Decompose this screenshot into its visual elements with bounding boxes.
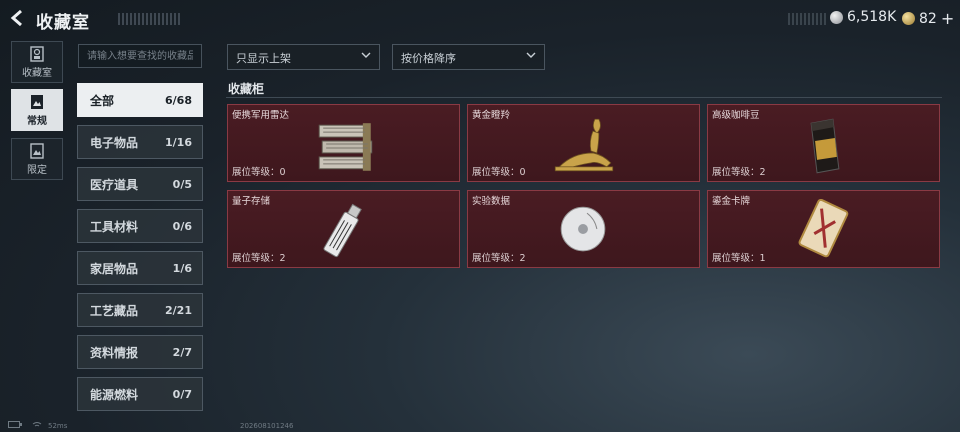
category-label: 电子物品 bbox=[90, 135, 139, 150]
chevron-down-icon bbox=[361, 52, 371, 58]
ping: 52ms bbox=[48, 422, 68, 430]
silver-currency: 6,518K bbox=[830, 9, 896, 25]
back-button[interactable] bbox=[8, 8, 30, 30]
shelf-level: 展位等级：0 bbox=[232, 167, 286, 178]
sort-dropdown[interactable]: 按价格降序 bbox=[392, 44, 545, 70]
rail-label: 常规 bbox=[27, 116, 47, 127]
category-intel[interactable]: 资料情报 2/7 bbox=[77, 335, 203, 369]
gold-amount: 82 bbox=[919, 10, 937, 27]
category-label: 能源燃料 bbox=[90, 387, 139, 402]
category-count: 6/68 bbox=[165, 93, 192, 107]
back-arrow-icon bbox=[10, 9, 22, 27]
category-label: 医疗道具 bbox=[90, 177, 139, 192]
collection-card[interactable]: 量子存储 展位等级：2 bbox=[227, 190, 460, 268]
picture-frame-icon bbox=[31, 95, 43, 109]
category-label: 工具材料 bbox=[90, 219, 139, 234]
category-count: 0/7 bbox=[172, 387, 192, 401]
currency-decoration bbox=[788, 13, 828, 25]
silver-amount: 6,518K bbox=[847, 9, 897, 25]
build-code: 202608101246 bbox=[240, 422, 294, 430]
rail-item-regular[interactable]: 常规 bbox=[11, 89, 63, 131]
category-count: 1/6 bbox=[172, 261, 192, 275]
category-crafts[interactable]: 工艺藏品 2/21 bbox=[77, 293, 203, 327]
category-count: 1/16 bbox=[165, 135, 192, 149]
category-label: 家居物品 bbox=[90, 261, 139, 276]
wifi-icon bbox=[32, 421, 42, 430]
category-count: 0/6 bbox=[172, 219, 192, 233]
shelf-level: 展位等级：1 bbox=[712, 253, 766, 264]
sort-value: 按价格降序 bbox=[401, 52, 456, 65]
limited-frame-icon bbox=[30, 143, 44, 159]
collection-card[interactable]: 便携军用雷达 展位等级：0 bbox=[227, 104, 460, 182]
category-energy[interactable]: 能源燃料 0/7 bbox=[77, 377, 203, 411]
page-title: 收藏室 bbox=[36, 13, 90, 33]
title-decoration bbox=[118, 13, 182, 25]
rail-item-collection-room[interactable]: 收藏室 bbox=[11, 41, 63, 83]
add-currency-button[interactable]: + bbox=[941, 9, 954, 28]
category-all[interactable]: 全部 6/68 bbox=[77, 83, 203, 117]
category-count: 0/5 bbox=[172, 177, 192, 191]
category-label: 资料情报 bbox=[90, 345, 139, 360]
category-tools[interactable]: 工具材料 0/6 bbox=[77, 209, 203, 243]
cabinet-title: 收藏柜 bbox=[228, 82, 265, 96]
category-label: 全部 bbox=[90, 93, 115, 108]
silver-coin-icon bbox=[830, 10, 843, 24]
battery-icon bbox=[8, 421, 22, 430]
category-electronics[interactable]: 电子物品 1/16 bbox=[77, 125, 203, 159]
rail-item-limited[interactable]: 限定 bbox=[11, 138, 63, 180]
shelf-level: 展位等级：0 bbox=[472, 167, 526, 178]
search-input[interactable] bbox=[78, 44, 202, 68]
divider bbox=[226, 97, 942, 98]
collection-card[interactable]: 高级咖啡豆 展位等级：2 bbox=[707, 104, 940, 182]
collection-room-icon bbox=[30, 46, 44, 62]
shelf-filter-value: 只显示上架 bbox=[236, 52, 291, 65]
shelf-filter-dropdown[interactable]: 只显示上架 bbox=[227, 44, 380, 70]
collection-card[interactable]: 实验数据 展位等级：2 bbox=[467, 190, 700, 268]
collection-card[interactable]: 黄金瞪羚 展位等级：0 bbox=[467, 104, 700, 182]
category-label: 工艺藏品 bbox=[90, 303, 139, 318]
category-count: 2/21 bbox=[165, 303, 192, 317]
shelf-level: 展位等级：2 bbox=[232, 253, 286, 264]
shelf-level: 展位等级：2 bbox=[472, 253, 526, 264]
gold-coin-icon bbox=[902, 12, 915, 25]
gold-currency[interactable]: 82 + bbox=[902, 9, 954, 28]
shelf-level: 展位等级：2 bbox=[712, 167, 766, 178]
category-count: 2/7 bbox=[172, 345, 192, 359]
category-household[interactable]: 家居物品 1/6 bbox=[77, 251, 203, 285]
rail-label: 限定 bbox=[27, 165, 47, 176]
collection-card[interactable]: 鎏金卡牌 展位等级：1 bbox=[707, 190, 940, 268]
rail-label: 收藏室 bbox=[22, 68, 52, 79]
chevron-down-icon bbox=[526, 52, 536, 58]
category-medical[interactable]: 医疗道具 0/5 bbox=[77, 167, 203, 201]
